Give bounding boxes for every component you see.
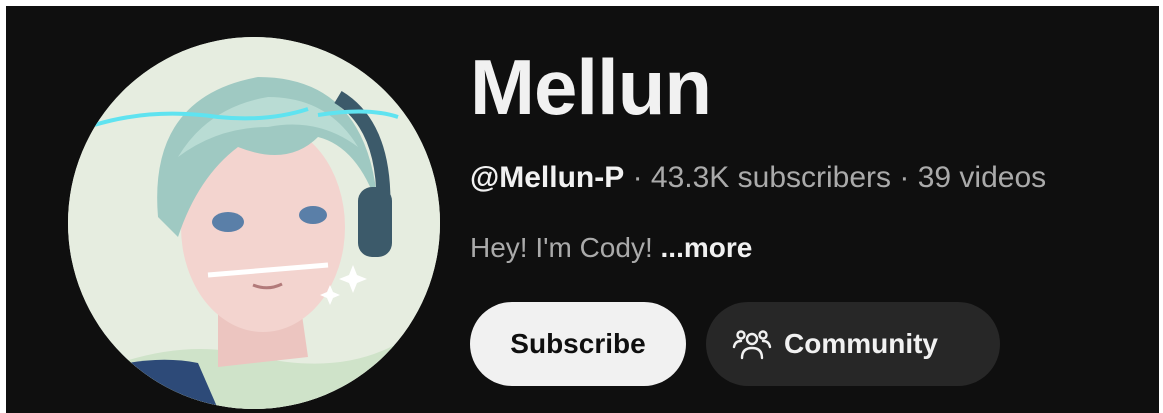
meta-separator: · [891, 161, 918, 194]
channel-header: Mellun @Mellun-P · 43.3K subscribers · 3… [6, 6, 1159, 413]
description-text: Hey! I'm Cody! [470, 232, 661, 263]
community-button[interactable]: Community [706, 302, 1000, 386]
channel-description[interactable]: Hey! I'm Cody! ...more [470, 232, 752, 264]
meta-separator: · [624, 161, 651, 194]
channel-name: Mellun [470, 43, 712, 131]
more-link[interactable]: ...more [661, 232, 753, 263]
channel-handle[interactable]: @Mellun-P [470, 161, 624, 194]
video-count: 39 videos [917, 161, 1047, 194]
subscribe-button[interactable]: Subscribe [470, 302, 686, 386]
channel-meta: @Mellun-P · 43.3K subscribers · 39 video… [470, 161, 1046, 195]
community-people-icon [732, 324, 772, 364]
avatar-illustration [68, 37, 440, 409]
community-label: Community [784, 328, 938, 359]
subscribe-label: Subscribe [510, 328, 646, 359]
subscriber-count: 43.3K subscribers [650, 161, 892, 194]
channel-avatar[interactable] [68, 37, 440, 409]
